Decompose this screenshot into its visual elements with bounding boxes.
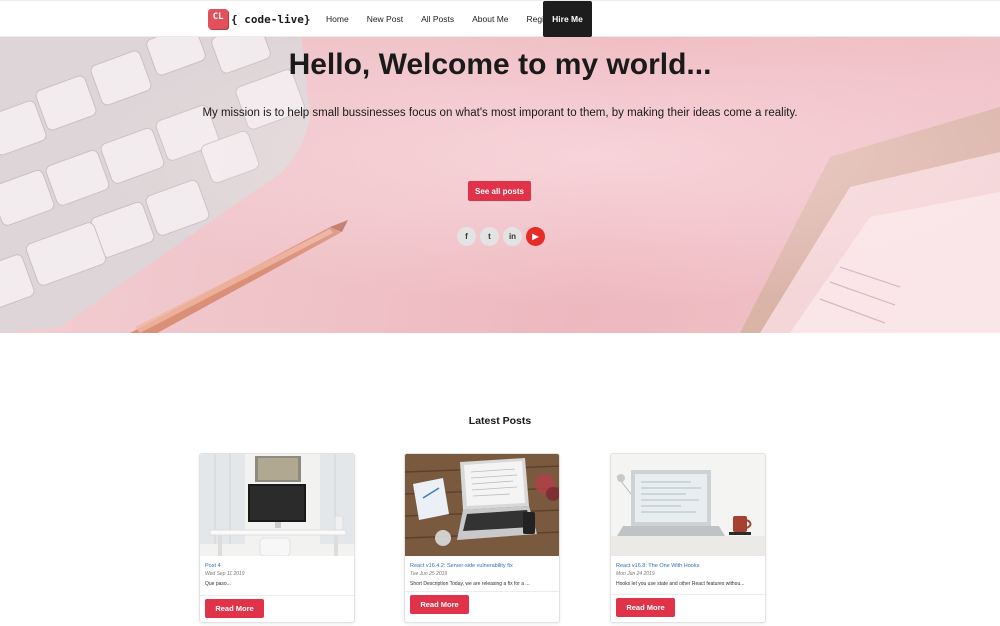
- card-divider: [611, 594, 765, 595]
- post-body: React v16.4.2: Server-side vulnerability…: [410, 560, 554, 587]
- nav-link-new-post[interactable]: New Post: [367, 14, 403, 24]
- see-all-posts-button[interactable]: See all posts: [468, 181, 531, 201]
- navbar: CL { code-live} Home New Post All Posts …: [0, 0, 1000, 37]
- logo-badge-text: CL: [212, 12, 224, 22]
- nav-link-home[interactable]: Home: [326, 14, 349, 24]
- social-links: f t in ▶: [457, 227, 545, 246]
- brand-logo[interactable]: CL { code-live}: [208, 8, 310, 30]
- post-excerpt: Hooks let you use state and other React …: [616, 581, 745, 587]
- youtube-icon[interactable]: ▶: [526, 227, 545, 246]
- post-body: React v16.8: The One With Hooks Mon Jun …: [616, 560, 760, 587]
- twitter-icon[interactable]: t: [480, 227, 499, 246]
- post-body: Post 4 Wed Sep 11 2019 Que paso...: [205, 560, 349, 587]
- hero-banner: Hello, Welcome to my world... My mission…: [0, 37, 1000, 333]
- post-date: Mon Jun 24 2019: [616, 571, 655, 577]
- post-excerpt: Que paso...: [205, 581, 231, 587]
- post-card: Post 4 Wed Sep 11 2019 Que paso... Read …: [199, 453, 355, 623]
- post-image: [611, 454, 765, 556]
- post-title-link[interactable]: React v16.4.2: Server-side vulnerability…: [410, 563, 554, 569]
- read-more-button[interactable]: Read More: [616, 598, 675, 617]
- post-image: [200, 454, 354, 556]
- nav-links: Home New Post All Posts About Me Registe…: [326, 1, 576, 37]
- logo-badge: CL: [208, 9, 228, 29]
- facebook-icon[interactable]: f: [457, 227, 476, 246]
- post-excerpt: Short Description Today, we are releasin…: [410, 581, 530, 587]
- post-title-link[interactable]: Post 4: [205, 563, 349, 569]
- brand-name: { code-live}: [231, 12, 311, 26]
- read-more-button[interactable]: Read More: [205, 599, 264, 618]
- hero-subtitle: My mission is to help small bussinesses …: [202, 107, 798, 119]
- latest-posts-heading: Latest Posts: [468, 415, 532, 427]
- nav-link-all-posts[interactable]: All Posts: [421, 14, 454, 24]
- card-divider: [200, 595, 354, 596]
- post-date: Tue Jun 25 2019: [410, 571, 448, 577]
- hire-me-button[interactable]: Hire Me: [543, 1, 592, 37]
- linkedin-icon[interactable]: in: [503, 227, 522, 246]
- card-divider: [405, 591, 559, 592]
- post-card: React v16.8: The One With Hooks Mon Jun …: [610, 453, 766, 623]
- post-title-link[interactable]: React v16.8: The One With Hooks: [616, 563, 760, 569]
- post-date: Wed Sep 11 2019: [205, 571, 245, 577]
- post-card: React v16.4.2: Server-side vulnerability…: [404, 453, 560, 623]
- nav-link-about-me[interactable]: About Me: [472, 14, 508, 24]
- hero-title: Hello, Welcome to my world...: [288, 48, 712, 81]
- post-image: [405, 454, 559, 556]
- read-more-button[interactable]: Read More: [410, 595, 469, 614]
